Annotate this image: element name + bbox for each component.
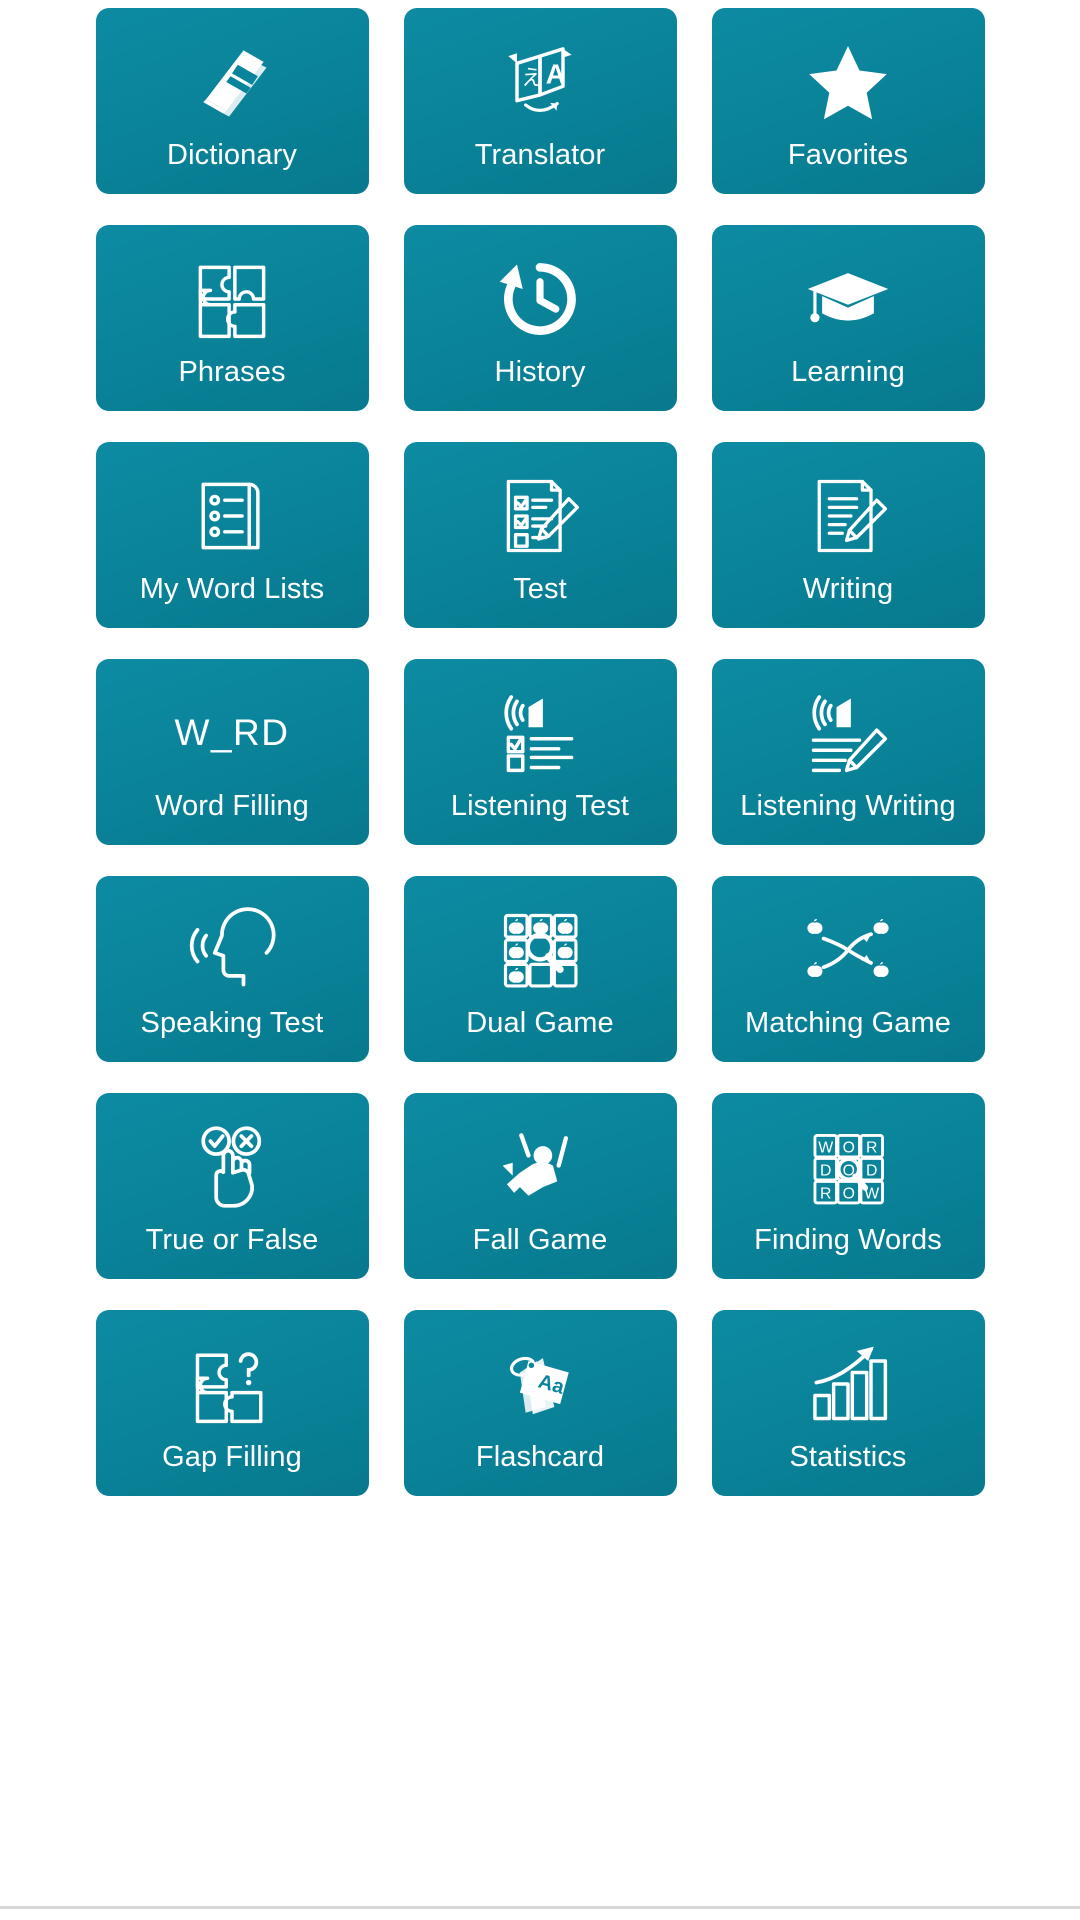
word-filling-icon-text: W_RD [174,712,290,753]
app-home-screen: Dictionary え A Translator Favorites Phra… [0,0,1080,1920]
tile-label: My Word Lists [139,573,325,605]
tile-word-filling[interactable]: W_RD Word Filling [95,659,369,845]
tile-finding-words[interactable]: W O R D O D R O W Finding Words [711,1093,985,1279]
speaker-checklist-icon [404,685,677,781]
tile-label: Dual Game [466,1007,614,1039]
tile-writing[interactable]: Writing [711,442,985,628]
graduation-cap-icon [712,251,985,347]
list-document-icon [96,468,369,564]
tile-label: Listening Test [450,790,630,822]
svg-text:R: R [866,1140,877,1157]
falling-person-icon [404,1119,677,1215]
tile-listening-writing[interactable]: Listening Writing [711,659,985,845]
tile-dual-game[interactable]: Dual Game [403,876,677,1062]
puzzle-icon [96,251,369,347]
tile-label: Finding Words [754,1224,942,1256]
tile-my-word-lists[interactable]: My Word Lists [95,442,369,628]
w-rd-text-icon: W_RD [96,685,369,781]
tile-test[interactable]: Test [403,442,677,628]
svg-text:R: R [820,1186,831,1203]
tile-dictionary[interactable]: Dictionary [95,8,369,194]
puzzle-question-icon [96,1336,369,1432]
svg-text:A: A [546,58,566,89]
svg-text:え: え [521,65,543,90]
tile-label: Test [513,573,567,605]
svg-text:O: O [843,1186,855,1203]
tile-true-or-false[interactable]: True or False [95,1093,369,1279]
document-pencil-icon [712,468,985,564]
svg-text:W: W [818,1140,833,1157]
svg-text:D: D [820,1163,831,1180]
translate-icon: え A [404,34,677,130]
tile-matching-game[interactable]: Matching Game [711,876,985,1062]
tile-favorites[interactable]: Favorites [711,8,985,194]
tile-grid-magnifier-icon [404,902,677,998]
tile-listening-test[interactable]: Listening Test [403,659,677,845]
feature-tile-grid: Dictionary え A Translator Favorites Phra… [0,8,1080,1496]
tile-history[interactable]: History [403,225,677,411]
svg-text:O: O [843,1140,855,1157]
tile-fall-game[interactable]: Fall Game [403,1093,677,1279]
matching-arrows-icon [712,902,985,998]
tile-statistics[interactable]: Statistics [711,1310,985,1496]
tile-label: Translator [474,139,606,171]
tile-label: Writing [802,573,894,605]
history-clock-icon [404,251,677,347]
tile-label: Gap Filling [162,1441,302,1473]
check-cross-hand-icon [96,1119,369,1215]
book-icon [96,34,369,130]
tile-label: Dictionary [167,139,297,171]
tile-label: Fall Game [472,1224,608,1256]
letter-grid-icon: W O R D O D R O W [712,1119,985,1215]
star-icon [712,34,985,130]
tile-flashcard[interactable]: Aa Flashcard [403,1310,677,1496]
tile-label: True or False [145,1224,319,1256]
tile-speaking-test[interactable]: Speaking Test [95,876,369,1062]
tile-label: Flashcard [475,1441,605,1473]
svg-text:D: D [866,1163,877,1180]
system-navigation-bar [0,1906,1080,1920]
tile-label: Speaking Test [140,1007,324,1039]
bar-chart-arrow-icon [712,1336,985,1432]
tile-gap-filling[interactable]: Gap Filling [95,1310,369,1496]
tile-translator[interactable]: え A Translator [403,8,677,194]
tile-label: Word Filling [155,790,309,822]
tile-label: Matching Game [745,1007,951,1039]
speaker-pencil-icon [712,685,985,781]
tile-label: History [494,356,586,388]
tile-label: Listening Writing [740,790,956,822]
tile-label: Favorites [787,139,909,171]
tile-learning[interactable]: Learning [711,225,985,411]
checklist-pencil-icon [404,468,677,564]
tile-label: Phrases [178,356,286,388]
tile-label: Statistics [789,1441,907,1473]
speaking-head-icon [96,902,369,998]
tile-label: Learning [791,356,905,388]
flashcard-icon: Aa [404,1336,677,1432]
tile-phrases[interactable]: Phrases [95,225,369,411]
